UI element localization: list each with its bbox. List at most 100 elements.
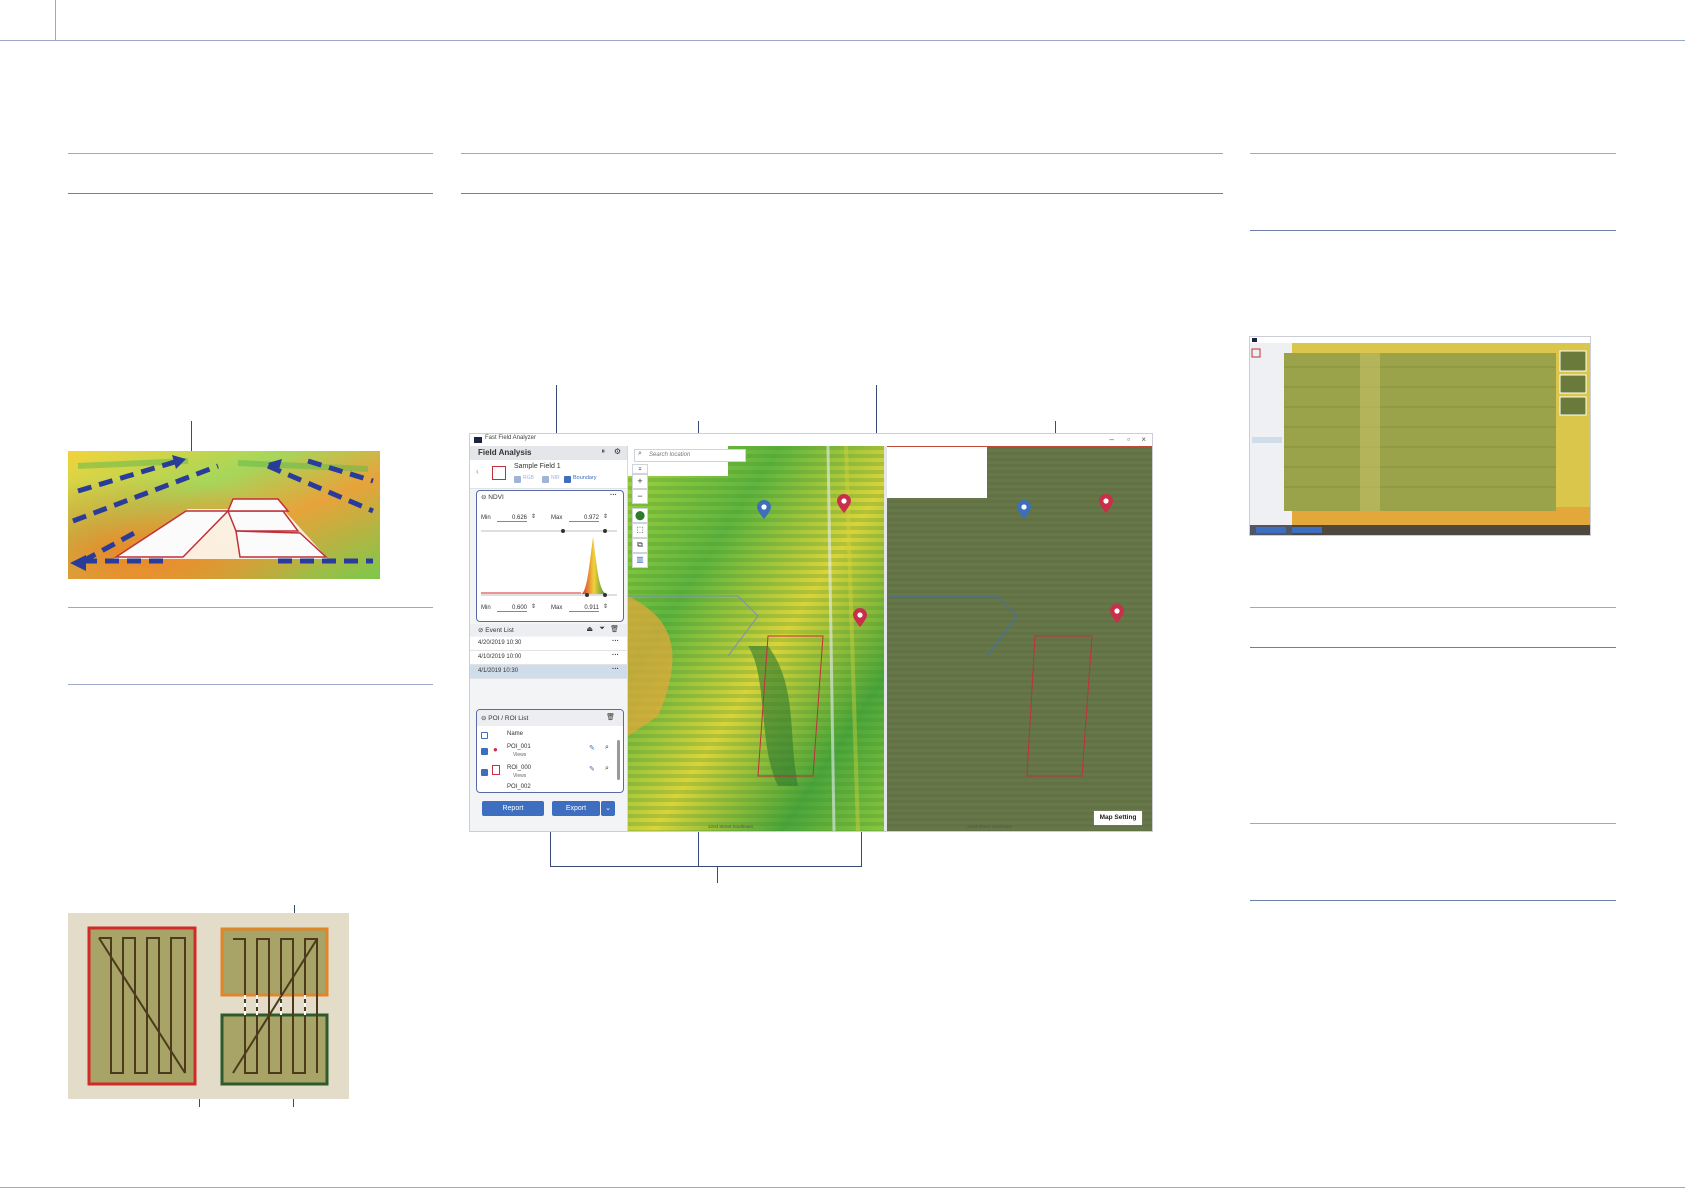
event-list-item[interactable]: 4/20/2019 10:30 ···: [470, 637, 627, 651]
zoom-in-button[interactable]: +: [632, 474, 648, 489]
select-all-checkbox[interactable]: [481, 732, 488, 739]
flight-path-illustration: [68, 451, 380, 579]
map-scale-left: 22nd Street Southeast: [708, 824, 753, 829]
top-header-tick: [55, 0, 56, 40]
top-header-divider: [0, 40, 1685, 41]
right-rule-6: [1250, 900, 1616, 901]
roi-shape-icon: [492, 765, 500, 775]
field-selector[interactable]: ‹ Sample Field 1 RGB NIR Boundary: [470, 460, 627, 489]
pin-action-icon[interactable]: ✎: [589, 765, 595, 773]
add-roi-icon[interactable]: ⬚: [632, 523, 648, 538]
poi-pin-icon: ●: [493, 745, 498, 754]
close-icon[interactable]: ×: [1141, 435, 1146, 444]
left-rule-3: [68, 607, 433, 608]
event-more-icon[interactable]: ···: [612, 652, 619, 659]
app-thumbnail-screenshot: [1250, 337, 1590, 535]
upper-slider-handle-max: [603, 529, 607, 533]
poi-checkbox[interactable]: [481, 748, 488, 755]
max-bottom-stepper-icon[interactable]: ⇕: [603, 603, 608, 610]
rgb-toggle-checkbox[interactable]: [514, 476, 521, 483]
split-view-icon[interactable]: ▥: [632, 553, 648, 568]
left-rule-4: [68, 684, 433, 685]
poi-marker-red-icon[interactable]: [852, 608, 868, 628]
boundary-checkbox[interactable]: [564, 476, 571, 483]
event-list-header: ⊘ Event List ⏏ ⏷ 🗑: [470, 624, 627, 636]
zoom-action-icon[interactable]: ⌕: [605, 765, 609, 773]
field-name: Sample Field 1: [514, 463, 561, 470]
maximize-icon[interactable]: ▫: [1127, 435, 1130, 444]
zoom-action-icon[interactable]: ⌕: [605, 744, 609, 752]
report-button[interactable]: Report: [482, 801, 544, 816]
collapse-icon[interactable]: ⊖: [481, 494, 486, 501]
poi-name: POI_001: [507, 744, 531, 750]
poi-marker-red-icon[interactable]: [836, 494, 852, 514]
roi-sub: Views: [513, 773, 527, 779]
event-list-title-text: Event List: [485, 627, 514, 634]
pin-action-icon[interactable]: ✎: [589, 744, 595, 752]
nir-toggle-label: NIR: [551, 475, 560, 481]
callout-poi-bar: [550, 866, 862, 867]
pause-icon[interactable]: ⏸: [602, 448, 606, 456]
max-stepper-icon[interactable]: ⇕: [603, 513, 608, 520]
minimize-icon[interactable]: –: [1110, 435, 1114, 444]
poi-marker-blue-icon[interactable]: [1016, 500, 1032, 520]
map-scale-right: 22nd Street Southeast: [967, 824, 1012, 829]
event-date: 4/1/2019 10:30: [478, 668, 519, 674]
index-more-icon[interactable]: ···: [610, 492, 617, 499]
min-label-bottom: Min: [481, 605, 491, 611]
nir-toggle-checkbox[interactable]: [542, 476, 549, 483]
right-rule-5: [1250, 823, 1616, 824]
compass-icon[interactable]: ⌅: [632, 464, 648, 474]
event-list-item[interactable]: 4/10/2019 10:00 ···: [470, 651, 627, 665]
name-column-header: Name: [507, 731, 524, 737]
min-stepper-icon[interactable]: ⇕: [531, 513, 536, 520]
poi-roi-title: ⊖ POI / ROI List: [481, 715, 529, 722]
poi-marker-red-icon[interactable]: [1109, 604, 1125, 624]
min-value-top[interactable]: 0.626: [497, 515, 527, 522]
right-rule-1: [1250, 153, 1616, 154]
left-rule-1: [68, 153, 433, 154]
event-more-icon[interactable]: ···: [612, 666, 619, 673]
add-poi-icon[interactable]: ⬤: [632, 508, 648, 523]
min-label-top: Min: [481, 515, 491, 521]
search-placeholder: Search location: [649, 452, 691, 458]
rgb-toggle-label: RGB: [523, 475, 534, 481]
trash-icon[interactable]: 🗑: [610, 625, 619, 633]
app-window: Fast Field Analyzer – ▫ × Field Analysis…: [470, 434, 1152, 831]
filter-icon[interactable]: ⏷: [599, 625, 605, 633]
roi-checkbox[interactable]: [481, 769, 488, 776]
settings-icon[interactable]: ⚙: [614, 447, 621, 456]
max-value-bottom[interactable]: 0.911: [569, 605, 599, 612]
export-dropdown-button[interactable]: ⌄: [601, 801, 615, 816]
right-rule-3: [1250, 607, 1616, 608]
upper-slider-handle-min: [561, 529, 565, 533]
event-more-icon[interactable]: ···: [612, 638, 619, 645]
back-chevron-icon[interactable]: ‹: [476, 467, 479, 476]
histogram-chart: [481, 529, 617, 597]
zoom-area-icon[interactable]: ⧉: [632, 538, 648, 553]
callout-poi-bottom: [717, 866, 718, 883]
thumbnail-illustration: [1250, 337, 1590, 535]
search-input[interactable]: ⌕ Search location: [634, 449, 746, 462]
footer-divider: [0, 1187, 1685, 1188]
panel-header: Field Analysis ⏸ ⚙: [470, 446, 627, 460]
min-bottom-stepper-icon[interactable]: ⇕: [531, 603, 536, 610]
poi-marker-blue-icon[interactable]: [756, 500, 772, 520]
list-scrollbar[interactable]: [617, 740, 620, 780]
flight-plan-illustration: [68, 913, 349, 1099]
event-list-item-selected[interactable]: 4/1/2019 10:30 ···: [470, 665, 627, 679]
poi-trash-icon[interactable]: 🗑: [606, 713, 615, 721]
ndvi-map[interactable]: ⌕ Search location ⌅ + − ⬤ ⬚ ⧉ ▥ 22nd Str…: [628, 446, 884, 831]
event-date: 4/20/2019 10:30: [478, 640, 522, 646]
rgb-map[interactable]: Map Setting 22nd Street Southeast: [887, 446, 1152, 831]
upload-icon[interactable]: ⏏: [586, 625, 593, 633]
event-date: 4/10/2019 10:00: [478, 654, 522, 660]
poi-marker-red-icon[interactable]: [1098, 494, 1114, 514]
export-button[interactable]: Export: [552, 801, 600, 816]
zoom-out-button[interactable]: −: [632, 489, 648, 504]
event-list-title: ⊘ Event List: [478, 627, 514, 634]
right-rule-2: [1250, 230, 1616, 231]
max-value-top[interactable]: 0.972: [569, 515, 599, 522]
map-setting-button[interactable]: Map Setting: [1094, 811, 1142, 825]
min-value-bottom[interactable]: 0.600: [497, 605, 527, 612]
